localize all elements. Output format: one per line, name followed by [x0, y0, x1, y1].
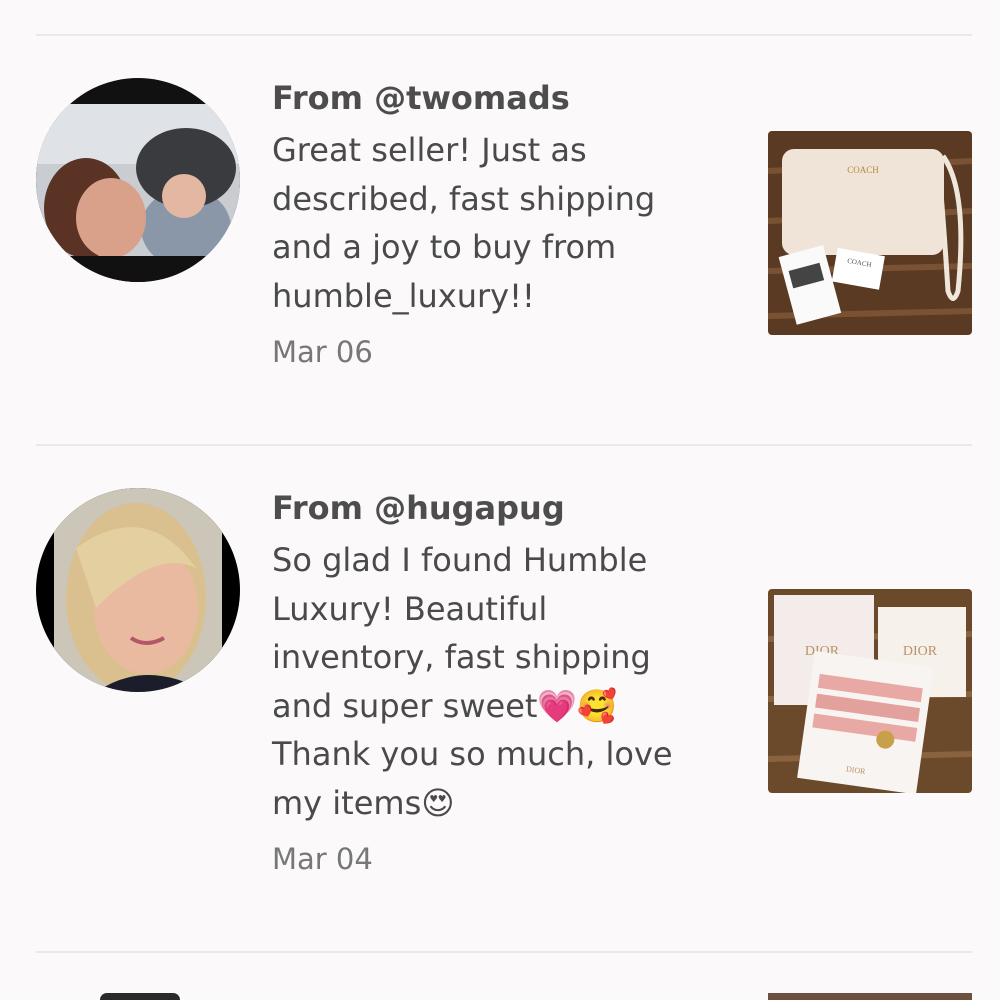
avatar-photo-icon: [36, 78, 240, 282]
next-review-avatar-peek: [100, 993, 180, 1000]
listing-photo-icon: DIOR DIOR DIOR: [768, 589, 972, 793]
divider-bottom: [36, 951, 972, 953]
next-review-thumbnail-peek: [768, 993, 972, 1000]
listing-thumbnail-coach-wristlet[interactable]: COACH COACH: [768, 131, 972, 335]
review-date: Mar 04: [272, 842, 373, 876]
user-avatar-twomads[interactable]: [36, 78, 240, 282]
review-text: So glad I found Humble Luxury! Beautiful…: [272, 541, 673, 822]
coach-brand-label: COACH: [847, 165, 879, 175]
listing-thumbnail-dior-hair-ties[interactable]: DIOR DIOR DIOR: [768, 589, 972, 793]
review-author[interactable]: From @twomads: [272, 78, 742, 118]
divider-top: [36, 34, 972, 36]
user-avatar-hugapug[interactable]: [36, 488, 240, 692]
dior-brand-label-box: DIOR: [903, 644, 938, 659]
avatar-photo-icon: [36, 488, 240, 692]
review-text: Great seller! Just as described, fast sh…: [272, 131, 656, 315]
divider-middle: [36, 444, 972, 446]
review-author[interactable]: From @hugapug: [272, 488, 742, 528]
listing-photo-icon: COACH COACH: [768, 131, 972, 335]
review-date: Mar 06: [272, 335, 373, 369]
